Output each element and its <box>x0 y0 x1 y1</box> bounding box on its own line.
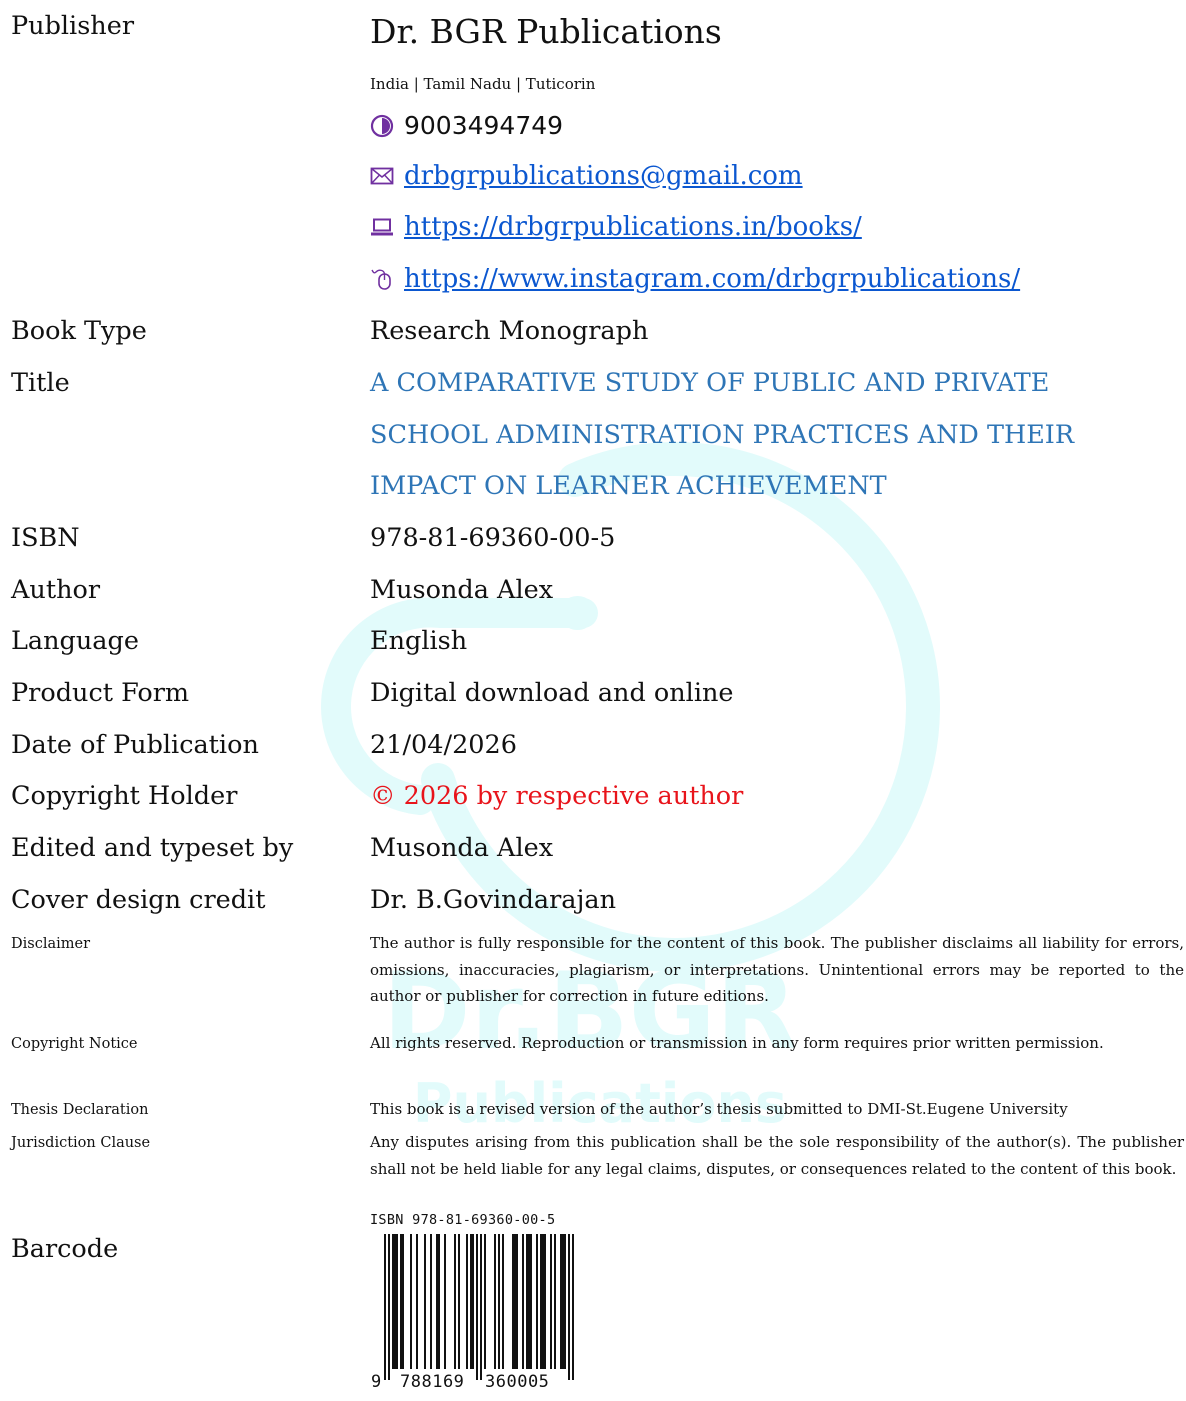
date-label: Date of Publication <box>11 730 259 760</box>
laptop-icon <box>371 218 393 236</box>
barcode-digit-first: 9 <box>371 1372 382 1392</box>
isbn-value: 978-81-69360-00-5 <box>370 523 616 553</box>
phone-number: 9003494749 <box>404 111 564 140</box>
copyright-holder-label: Copyright Holder <box>11 781 238 811</box>
barcode-bar <box>564 1234 566 1369</box>
barcode-bar <box>550 1234 552 1369</box>
barcode-bar <box>436 1234 438 1369</box>
barcode-bar <box>528 1234 530 1369</box>
barcode-bar <box>494 1234 496 1369</box>
disclaimer-text: The author is fully responsible for the … <box>370 934 1184 1005</box>
barcode-bar <box>430 1234 432 1369</box>
title-line-2: SCHOOL ADMINISTRATION PRACTICES AND THEI… <box>370 420 1075 450</box>
language-label: Language <box>11 626 139 656</box>
barcode-label: Barcode <box>11 1234 119 1264</box>
barcode-bar <box>530 1234 532 1369</box>
author-value: Musonda Alex <box>370 575 554 605</box>
barcode-bar <box>560 1234 562 1369</box>
publisher-label: Publisher <box>11 11 135 41</box>
barcode-bar <box>480 1234 482 1380</box>
barcode-bar <box>568 1234 570 1380</box>
website-link[interactable]: https://drbgrpublications.in/books/ <box>404 211 862 243</box>
edited-value: Musonda Alex <box>370 833 554 863</box>
barcode-bar <box>454 1234 456 1369</box>
website-row: https://drbgrpublications.in/books/ <box>370 211 862 243</box>
publisher-location: India | Tamil Nadu | Tuticorin <box>370 75 596 93</box>
isbn-label: ISBN <box>11 523 80 553</box>
phone-row: 9003494749 <box>370 110 563 142</box>
author-label: Author <box>11 575 101 605</box>
book-type-value: Research Monograph <box>370 316 649 346</box>
instagram-row: https://www.instagram.com/drbgrpublicati… <box>370 263 1020 295</box>
cover-label: Cover design credit <box>11 885 266 915</box>
barcode-digits-left: 788169 <box>400 1372 465 1392</box>
barcode-bar <box>466 1234 468 1369</box>
barcode-bar <box>572 1234 574 1380</box>
book-type-label: Book Type <box>11 316 147 346</box>
barcode-bar <box>410 1234 412 1369</box>
mouse-icon <box>371 269 391 290</box>
thesis-text: This book is a revised version of the au… <box>370 1100 1068 1118</box>
copyright-notice-label: Copyright Notice <box>11 1036 138 1052</box>
jurisdiction-label: Jurisdiction Clause <box>11 1135 151 1151</box>
barcode-bar <box>402 1234 404 1369</box>
copyright-notice-text: All rights reserved. Reproduction or tra… <box>370 1034 1104 1052</box>
date-value: 21/04/2026 <box>370 730 517 760</box>
language-value: English <box>370 626 468 656</box>
title-label: Title <box>11 368 70 398</box>
barcode-bar <box>522 1234 524 1369</box>
barcode-bar <box>498 1234 500 1369</box>
barcode-bar <box>394 1234 396 1369</box>
phone-icon <box>370 114 394 138</box>
thesis-label: Thesis Declaration <box>11 1102 149 1118</box>
instagram-link[interactable]: https://www.instagram.com/drbgrpublicati… <box>404 263 1020 295</box>
barcode-bar <box>554 1234 556 1369</box>
barcode-bar <box>458 1234 460 1369</box>
barcode-bar <box>424 1234 426 1369</box>
barcode-bar <box>544 1234 546 1369</box>
barcode-bar <box>444 1234 446 1369</box>
barcode-bar <box>470 1234 472 1369</box>
barcode-bar <box>472 1234 474 1369</box>
barcode-bar <box>396 1234 398 1369</box>
barcode-bar <box>400 1234 402 1369</box>
barcode-bar <box>502 1234 504 1369</box>
barcode-bar <box>392 1234 394 1369</box>
barcode-bar <box>438 1234 440 1369</box>
barcode-bar <box>384 1234 386 1380</box>
publisher-name: Dr. BGR Publications <box>370 12 722 51</box>
barcode: ISBN 978-81-69360-00-5 9 788169 360005 <box>370 1212 590 1398</box>
title-line-3: IMPACT ON LEARNER ACHIEVEMENT <box>370 471 887 501</box>
product-form-value: Digital download and online <box>370 678 734 708</box>
edited-label: Edited and typeset by <box>11 833 294 863</box>
barcode-bar <box>562 1234 564 1369</box>
disclaimer-label: Disclaimer <box>11 936 91 952</box>
cover-value: Dr. B.Govindarajan <box>370 885 617 915</box>
product-form-label: Product Form <box>11 678 190 708</box>
barcode-bar <box>388 1234 390 1380</box>
barcode-bar <box>514 1234 516 1369</box>
title-line-1: A COMPARATIVE STUDY OF PUBLIC AND PRIVAT… <box>370 368 1050 398</box>
barcode-bar <box>536 1234 538 1369</box>
barcode-bar <box>542 1234 544 1369</box>
email-link[interactable]: drbgrpublications@gmail.com <box>404 160 803 192</box>
barcode-bar <box>416 1234 418 1369</box>
barcode-bar <box>484 1234 486 1369</box>
barcode-digits-right: 360005 <box>485 1372 550 1392</box>
copyright-holder-value: © 2026 by respective author <box>370 781 744 811</box>
barcode-bar <box>516 1234 518 1369</box>
jurisdiction-text: Any disputes arising from this publicati… <box>370 1133 1184 1178</box>
barcode-bar <box>476 1234 478 1380</box>
email-row: drbgrpublications@gmail.com <box>370 160 803 192</box>
barcode-bar <box>512 1234 514 1369</box>
barcode-bars <box>384 1234 574 1380</box>
barcode-bar <box>540 1234 542 1369</box>
barcode-bar <box>526 1234 528 1369</box>
mail-icon <box>370 167 394 185</box>
